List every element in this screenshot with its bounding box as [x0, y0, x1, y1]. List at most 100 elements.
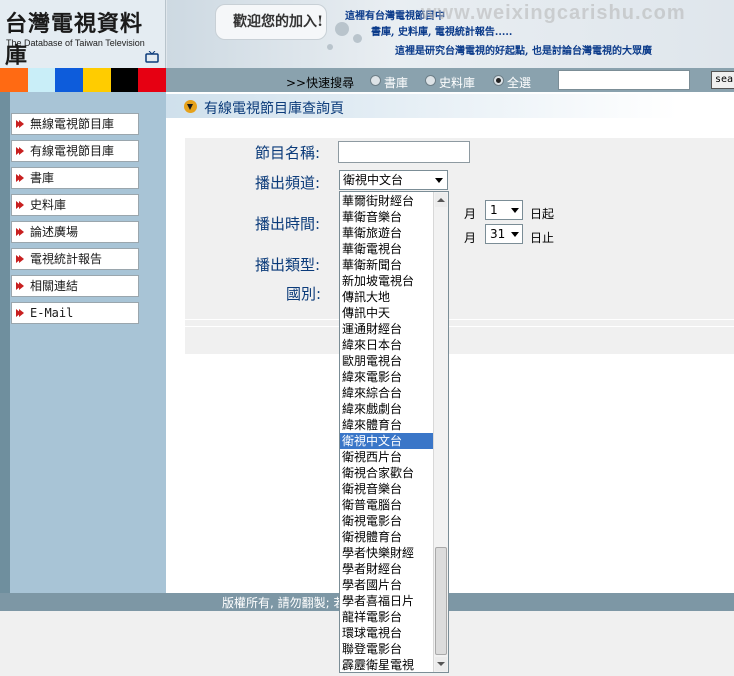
end-day-value: 31: [490, 227, 506, 241]
channel-label: 播出頻道:: [255, 174, 321, 192]
bubble-decoration: [327, 44, 333, 50]
sidebar-item-books[interactable]: 書庫: [11, 167, 139, 189]
dropdown-option[interactable]: 環球電視台: [340, 625, 433, 641]
dropdown-option[interactable]: 衛普電腦台: [340, 497, 433, 513]
bubble-decoration: [353, 34, 362, 43]
start-day-select[interactable]: 1: [485, 200, 523, 220]
down-arrow-icon: [184, 100, 197, 113]
double-arrow-icon: [19, 147, 24, 155]
chevron-down-icon: [511, 208, 519, 213]
form-divider: [185, 319, 734, 320]
dropdown-option[interactable]: 學者國片台: [340, 577, 433, 593]
program-type-label: 播出類型:: [255, 256, 321, 274]
program-name-input[interactable]: [338, 141, 470, 163]
dropdown-option[interactable]: 龍祥電影台: [340, 609, 433, 625]
color-block: [138, 68, 167, 92]
sidebar-edge: [0, 92, 10, 593]
channel-select[interactable]: 衛視中文台: [339, 170, 448, 190]
sidebar-item-label: 史料庫: [30, 198, 67, 212]
sidebar-item-cable-tv[interactable]: 有線電視節目庫: [11, 140, 139, 162]
single-arrow-icon: [19, 174, 24, 182]
dropdown-option[interactable]: 衛視中文台: [340, 433, 433, 449]
dropdown-option[interactable]: 新加坡電視台: [340, 273, 433, 289]
color-strip: [0, 68, 167, 92]
site-logo[interactable]: 台灣電視資料庫 The Database of Taiwan Televisio…: [0, 0, 166, 69]
dropdown-option[interactable]: 緯來電影台: [340, 369, 433, 385]
sidebar-item-email[interactable]: E-Mail: [11, 302, 139, 324]
dropdown-option[interactable]: 華爾街財經台: [340, 193, 433, 209]
tv-icon: [145, 51, 159, 63]
start-month-unit: 月: [464, 207, 477, 221]
sidebar-item-label: 無線電視節目庫: [30, 117, 115, 131]
channel-dropdown-list[interactable]: 華爾街財經台 華衛音樂台 華衛旅遊台 華衛電視台 華衛新聞台 新加坡電視台 傳訊大地 傳訊中天…: [339, 191, 449, 673]
radio-books[interactable]: [370, 75, 381, 86]
watermark-text: www.weixingcarishu.com: [421, 2, 686, 24]
sidebar-item-label: 電視統計報告: [30, 252, 103, 266]
dropdown-option[interactable]: 歐朋電視台: [340, 353, 433, 369]
dropdown-option[interactable]: 霹靂衛星電視: [340, 657, 433, 672]
radio-archives[interactable]: [425, 75, 436, 86]
header: 台灣電視資料庫 The Database of Taiwan Televisio…: [0, 0, 734, 69]
scroll-up-button[interactable]: [435, 193, 447, 207]
sidebar-item-broadcast-tv[interactable]: 無線電視節目庫: [11, 113, 139, 135]
scroll-down-button[interactable]: [435, 657, 447, 671]
main-content: 有線電視節目庫查詢頁 節目名稱: 播出頻道: 衛視中文台 播出時間: 月 1 日…: [166, 92, 734, 593]
chevron-down-icon: [435, 178, 443, 183]
end-day-select[interactable]: 31: [485, 224, 523, 244]
dropdown-option[interactable]: 學者財經台: [340, 561, 433, 577]
sidebar-item-label: E-Mail: [30, 306, 74, 320]
sidebar-item-links[interactable]: 相關連結: [11, 275, 139, 297]
dropdown-option[interactable]: 衛視音樂台: [340, 481, 433, 497]
single-arrow-icon: [19, 309, 24, 317]
channel-select-value: 衛視中文台: [343, 173, 404, 187]
search-input[interactable]: [558, 70, 690, 90]
quick-search-bar: >>快速搜尋 書庫 史料庫 全選 sea: [166, 68, 734, 92]
dropdown-option[interactable]: 華衛新聞台: [340, 257, 433, 273]
dropdown-option[interactable]: 傳訊中天: [340, 305, 433, 321]
dropdown-option[interactable]: 衛視電影台: [340, 513, 433, 529]
scroll-thumb[interactable]: [435, 547, 447, 655]
end-month-unit: 月: [464, 231, 477, 245]
color-block: [83, 68, 111, 92]
start-suffix: 日起: [530, 207, 555, 221]
chevron-down-icon: [511, 232, 519, 237]
dropdown-option[interactable]: 學者快樂財經: [340, 545, 433, 561]
dropdown-option[interactable]: 緯來戲劇台: [340, 401, 433, 417]
form-divider: [185, 326, 734, 327]
dropdown-option[interactable]: 衛視西片台: [340, 449, 433, 465]
dropdown-option[interactable]: 學者喜福日片: [340, 593, 433, 609]
sidebar-item-forum[interactable]: 論述廣場: [11, 221, 139, 243]
page-title: 有線電視節目庫查詢頁: [204, 101, 344, 117]
sidebar-item-archives[interactable]: 史料庫: [11, 194, 139, 216]
page-root: 台灣電視資料庫 The Database of Taiwan Televisio…: [0, 0, 734, 676]
color-block: [0, 68, 28, 92]
bubble-decoration: [335, 22, 349, 36]
radio-all[interactable]: [493, 75, 504, 86]
dropdown-option[interactable]: 華衛音樂台: [340, 209, 433, 225]
quick-search-label: >>快速搜尋: [286, 76, 355, 90]
search-form: [185, 138, 734, 354]
sidebar-item-label: 相關連結: [30, 279, 79, 293]
dropdown-option[interactable]: 傳訊大地: [340, 289, 433, 305]
dropdown-option[interactable]: 華衛電視台: [340, 241, 433, 257]
sidebar-item-statistics[interactable]: 電視統計報告: [11, 248, 139, 270]
dropdown-option[interactable]: 緯來體育台: [340, 417, 433, 433]
country-label: 國別:: [286, 285, 322, 303]
dropdown-option[interactable]: 緯來綜合台: [340, 385, 433, 401]
dropdown-option[interactable]: 衛視合家歡台: [340, 465, 433, 481]
dropdown-option[interactable]: 聯登電影台: [340, 641, 433, 657]
dropdown-option[interactable]: 運通財經台: [340, 321, 433, 337]
dropdown-option[interactable]: 緯來日本台: [340, 337, 433, 353]
start-day-value: 1: [490, 203, 498, 217]
search-button[interactable]: sea: [711, 71, 734, 89]
banner: 歡迎您的加入! 這裡有台灣電視節目中 書庫, 史料庫, 電視統計報告..... …: [167, 0, 734, 68]
chevron-down-icon: [437, 662, 445, 666]
dropdown-option[interactable]: 華衛旅遊台: [340, 225, 433, 241]
color-block: [55, 68, 84, 92]
dropdown-option[interactable]: 衛視體育台: [340, 529, 433, 545]
radio-books-label: 書庫: [384, 76, 409, 90]
end-suffix: 日止: [530, 231, 555, 245]
dropdown-scrollbar[interactable]: [433, 192, 448, 672]
radio-archives-label: 史料庫: [439, 76, 476, 90]
double-arrow-icon: [19, 120, 24, 128]
